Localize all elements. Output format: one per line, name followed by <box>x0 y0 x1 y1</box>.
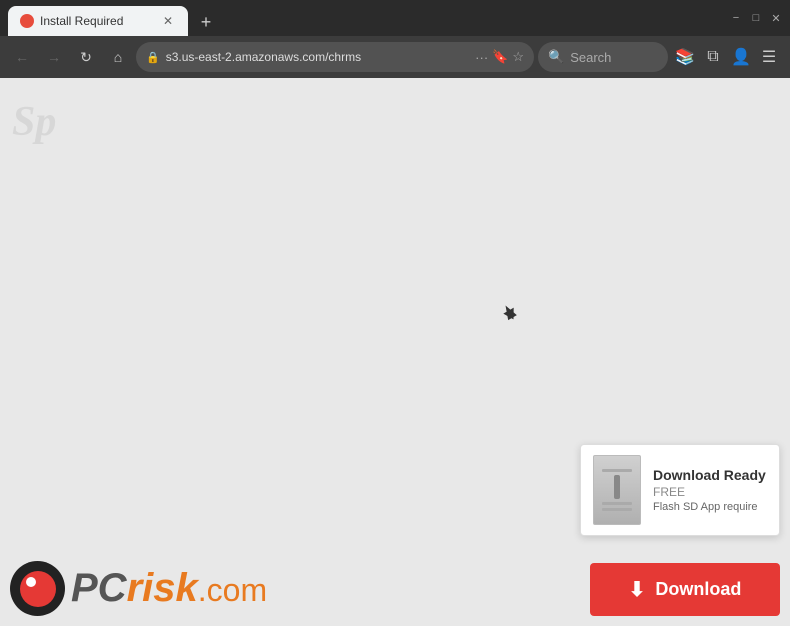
tab-bar: Install Required ✕ + <box>8 0 730 36</box>
download-button-label: Download <box>655 579 741 600</box>
refresh-button[interactable]: ↻ <box>72 43 100 71</box>
maximize-button[interactable]: □ <box>750 12 762 24</box>
titlebar: Install Required ✕ + − □ ✕ <box>0 0 790 36</box>
download-button[interactable]: ⬇ Download <box>590 563 780 616</box>
pc-text: PC <box>71 568 127 608</box>
address-actions: ··· 🔖 ☆ <box>475 49 524 65</box>
address-bar[interactable]: 🔒 s3.us-east-2.amazonaws.com/chrms ··· 🔖… <box>136 42 534 72</box>
bookmarks-icon[interactable]: 📚 <box>672 44 698 70</box>
minimize-button[interactable]: − <box>730 12 742 24</box>
pcrisk-logo: PCrisk.com <box>10 561 267 616</box>
nav-icons: 📚 ⧉ 👤 ☰ <box>672 44 782 70</box>
pcrisk-bug-icon <box>10 561 65 616</box>
active-tab[interactable]: Install Required ✕ <box>8 6 188 36</box>
dot-com-text: .com <box>198 572 267 609</box>
more-actions-button[interactable]: ··· <box>475 50 488 65</box>
lock-icon: 🔒 <box>146 51 160 64</box>
bug-body <box>20 571 56 607</box>
account-icon[interactable]: 👤 <box>728 44 754 70</box>
new-tab-button[interactable]: + <box>192 8 220 36</box>
watermark-text: Sp <box>12 98 56 146</box>
app-icon <box>593 455 641 525</box>
download-icon: ⬇ <box>629 577 646 602</box>
back-button[interactable]: ← <box>8 43 36 71</box>
download-free-label: FREE <box>653 485 766 499</box>
pcrisk-text: PCrisk.com <box>71 568 267 609</box>
download-ready-label: Download Ready <box>653 467 766 483</box>
tab-favicon-icon <box>20 14 34 28</box>
bookmark-icon[interactable]: 🔖 <box>492 49 508 65</box>
window-controls: − □ ✕ <box>730 12 782 24</box>
bug-eye <box>26 577 36 587</box>
search-placeholder: Search <box>570 50 611 65</box>
tab-close-button[interactable]: ✕ <box>160 13 176 29</box>
menu-icon[interactable]: ☰ <box>756 44 782 70</box>
mouse-cursor <box>503 308 518 323</box>
close-button[interactable]: ✕ <box>770 12 782 24</box>
icon-bar <box>614 475 620 499</box>
browser-window: Install Required ✕ + − □ ✕ ← → ↻ ⌂ 🔒 s3.… <box>0 0 790 626</box>
icon-line <box>602 469 632 472</box>
download-card: Download Ready FREE Flash SD App require <box>580 444 780 536</box>
home-button[interactable]: ⌂ <box>104 43 132 71</box>
navbar: ← → ↻ ⌂ 🔒 s3.us-east-2.amazonaws.com/chr… <box>0 36 790 78</box>
address-text: s3.us-east-2.amazonaws.com/chrms <box>166 50 469 64</box>
page-content: Sp Download Ready FREE Flash SD App requ… <box>0 78 790 626</box>
search-icon: 🔍 <box>548 49 564 65</box>
extensions-icon[interactable]: ⧉ <box>700 44 726 70</box>
icon-lines <box>602 469 632 511</box>
forward-button[interactable]: → <box>40 43 68 71</box>
download-info: Download Ready FREE Flash SD App require <box>653 467 766 513</box>
tab-title: Install Required <box>40 14 154 28</box>
download-desc-label: Flash SD App require <box>653 501 766 513</box>
risk-text: risk <box>127 568 198 608</box>
star-icon[interactable]: ☆ <box>512 49 524 65</box>
icon-line <box>602 508 632 511</box>
icon-line <box>602 502 632 505</box>
search-bar[interactable]: 🔍 Search <box>538 42 668 72</box>
